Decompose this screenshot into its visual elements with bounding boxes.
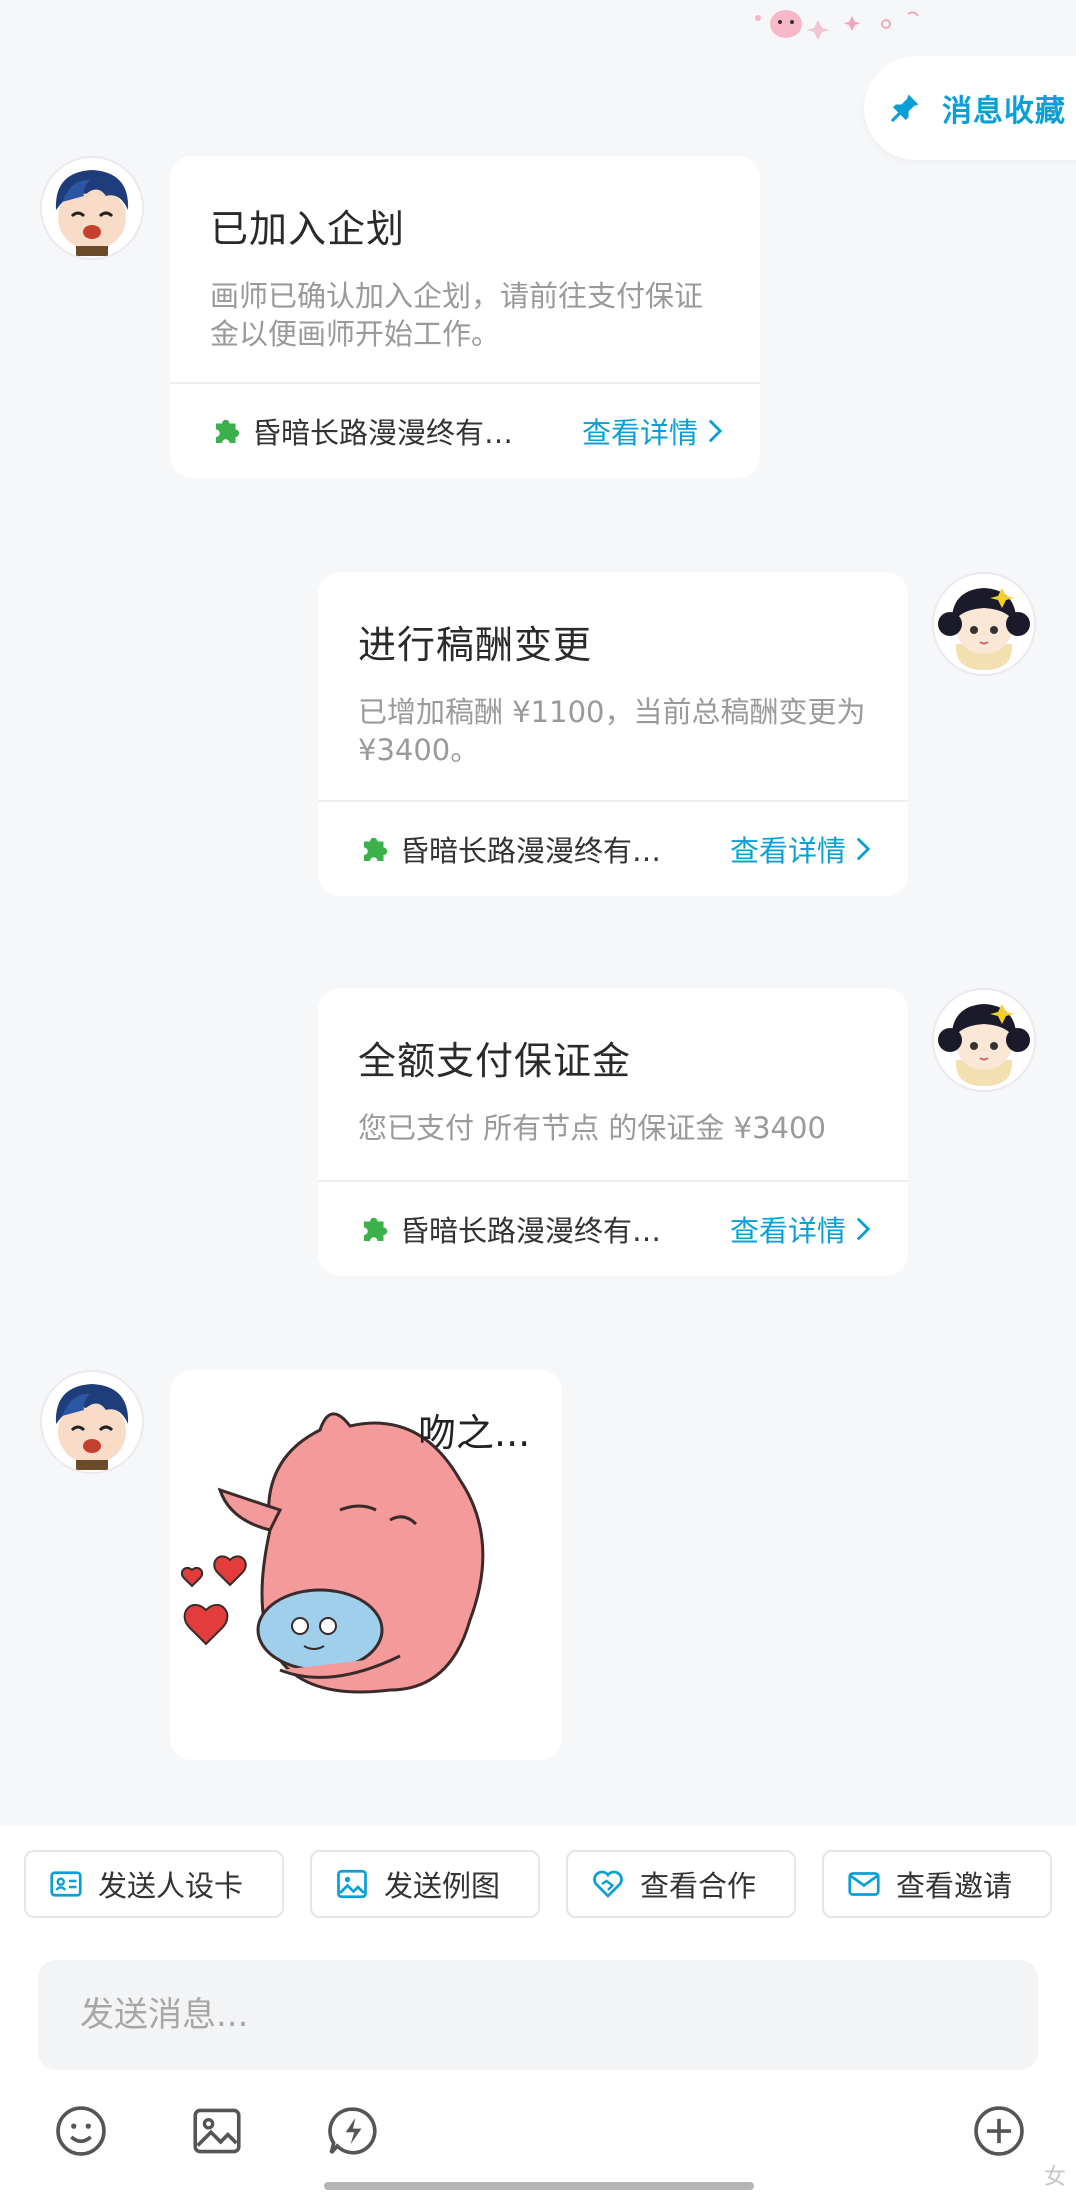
image-button[interactable] [188, 2102, 246, 2160]
avatar-self[interactable] [932, 988, 1036, 1092]
card-title: 已加入企划 [210, 207, 406, 251]
pin-icon [890, 94, 919, 123]
card-footer: 昏暗长路漫漫终有… 查看详情 [318, 1180, 908, 1276]
mail-icon [848, 1872, 880, 1896]
chevron-right-icon [708, 419, 723, 443]
message-card-fee-change[interactable]: 进行稿酬变更 已增加稿酬 ¥1100，当前总稿酬变更为 ¥3400。 昏暗长路漫… [318, 572, 908, 896]
sticker-caption: 吻之... [418, 1411, 530, 1455]
artist-avatar-image [42, 1372, 142, 1472]
view-details-link[interactable]: 查看详情 [730, 828, 874, 870]
image-icon [337, 1869, 367, 1899]
view-invitations-button[interactable]: 查看邀请 [822, 1850, 1052, 1918]
quick-action-label: 查看合作 [640, 1869, 757, 1903]
emoji-button[interactable] [52, 2102, 110, 2160]
card-description: 画师已确认加入企划，请前往支付保证金以便画师开始工作。 [210, 279, 704, 351]
view-details-link[interactable]: 查看详情 [582, 410, 726, 452]
project-name: 昏暗长路漫漫终有… [400, 834, 662, 868]
self-avatar-image [934, 574, 1034, 674]
card-description: 您已支付 所有节点 的保证金 ¥3400 [358, 1111, 826, 1145]
view-details-label: 查看详情 [729, 1214, 846, 1248]
home-indicator[interactable] [324, 2182, 754, 2190]
quick-action-label: 发送人设卡 [98, 1869, 244, 1903]
card-description: 已增加稿酬 ¥1100，当前总稿酬变更为 ¥3400。 [358, 695, 866, 767]
composer-toolbar [52, 2102, 1032, 2166]
view-cooperation-button[interactable]: 查看合作 [566, 1850, 796, 1918]
view-details-label: 查看详情 [581, 416, 698, 450]
message-input[interactable] [38, 1960, 1038, 2070]
avatar-artist[interactable] [40, 156, 144, 260]
chevron-right-icon [856, 837, 871, 861]
message-favorites-button[interactable]: 消息收藏 [864, 56, 1076, 160]
id-card-icon [50, 1871, 82, 1897]
quick-action-label: 查看邀请 [896, 1869, 1013, 1903]
card-footer: 昏暗长路漫漫终有… 查看详情 [318, 800, 908, 896]
sticker-image: 吻之... [170, 1370, 562, 1760]
view-details-label: 查看详情 [729, 834, 846, 868]
decoration-strip [755, 10, 919, 40]
avatar-self[interactable] [932, 572, 1036, 676]
favorites-label: 消息收藏 [942, 94, 1066, 129]
more-button[interactable] [970, 2102, 1028, 2160]
view-details-link[interactable]: 查看详情 [730, 1208, 874, 1250]
message-composer: 发送人设卡 发送例图 查看合作 查看邀请 发送消息... 女 [0, 1826, 1076, 2195]
plus-icon [974, 2106, 1024, 2156]
emoji-icon [56, 2106, 106, 2156]
puzzle-icon [216, 419, 240, 443]
puzzle-icon [364, 1217, 388, 1241]
avatar-artist[interactable] [40, 1370, 144, 1474]
heart-handshake-icon [593, 1870, 623, 1898]
card-footer: 昏暗长路漫漫终有… 查看详情 [170, 382, 760, 478]
lightning-chat-icon [328, 2107, 377, 2155]
sticker-message[interactable]: 吻之... [170, 1370, 562, 1760]
card-title: 全额支付保证金 [358, 1039, 632, 1083]
project-name: 昏暗长路漫漫终有… [400, 1214, 662, 1248]
send-example-image-button[interactable]: 发送例图 [310, 1850, 540, 1918]
quick-actions: 发送人设卡 发送例图 查看合作 查看邀请 [24, 1850, 1052, 1918]
card-title: 进行稿酬变更 [358, 623, 593, 667]
image-icon [193, 2108, 241, 2154]
quick-action-label: 发送例图 [384, 1869, 501, 1903]
quick-reply-button[interactable] [324, 2102, 382, 2160]
send-character-card-button[interactable]: 发送人设卡 [24, 1850, 284, 1918]
corner-watermark: 女 [1043, 2165, 1066, 2190]
artist-avatar-image [42, 158, 142, 258]
message-card-full-deposit[interactable]: 全额支付保证金 您已支付 所有节点 的保证金 ¥3400 昏暗长路漫漫终有… 查… [318, 988, 908, 1276]
message-card-join-project[interactable]: 已加入企划 画师已确认加入企划，请前往支付保证金以便画师开始工作。 昏暗长路漫漫… [170, 156, 760, 478]
puzzle-icon [364, 837, 388, 861]
chevron-right-icon [856, 1217, 871, 1241]
project-name: 昏暗长路漫漫终有… [252, 416, 514, 450]
self-avatar-image [934, 990, 1034, 1090]
chat-screen: 消息收藏 已加入企划 画师已确认加入企划，请前往支付保证金以便画师开始工作。 昏… [0, 0, 1076, 2195]
